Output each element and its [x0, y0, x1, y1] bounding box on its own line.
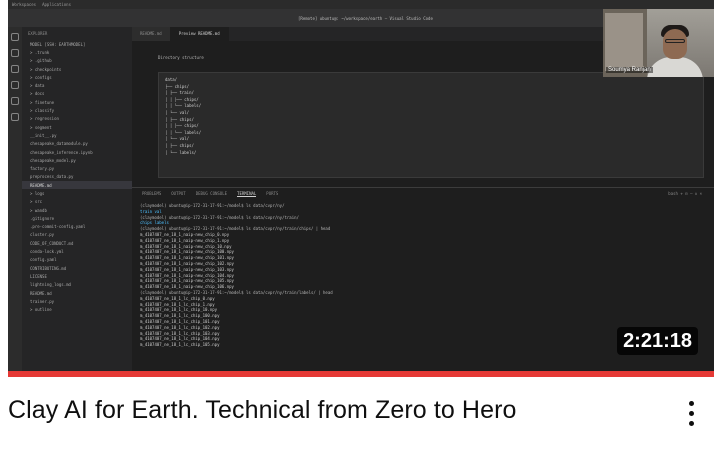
- explorer-item: > regression: [30, 116, 59, 122]
- panel-tab: OUTPUT: [171, 191, 186, 196]
- editor-tab-active: Preview README.md: [170, 27, 229, 41]
- explorer-item: MODEL [SSH: EARTHMODEL]: [30, 41, 86, 47]
- activity-bar: [8, 27, 22, 377]
- extensions-icon: [11, 97, 19, 105]
- explorer-item: .gitignore: [30, 215, 55, 221]
- code-line: ├── chips/: [165, 83, 190, 89]
- code-line: │ │ ├── chips/: [165, 123, 199, 129]
- panel-tab: TERMINAL: [237, 191, 257, 197]
- menubar-item: Applications: [42, 2, 71, 7]
- explorer-item: CONTRIBUTING.md: [30, 265, 67, 271]
- explorer-item: __init__.py: [30, 132, 57, 138]
- webcam-shelf-inner: [605, 13, 643, 71]
- source-control-icon: [11, 65, 19, 73]
- explorer-item: preprocess_data.py: [30, 174, 74, 180]
- run-debug-icon: [11, 81, 19, 89]
- explorer-item: CODE_OF_CONDUCT.md: [30, 240, 74, 246]
- explorer-item: > segment: [30, 124, 52, 130]
- explorer-item: chesapeake_model.py: [30, 157, 76, 163]
- panel-tabs: PROBLEMS OUTPUT DEBUG CONSOLE TERMINAL PORTS: [132, 188, 714, 200]
- explorer-item: cluster.py: [30, 232, 55, 238]
- panel-tab: PROBLEMS: [142, 191, 162, 196]
- explorer-item: > checkpoints: [30, 66, 62, 72]
- explorer-item: > wandb: [30, 207, 47, 213]
- panel-tab: PORTS: [266, 191, 279, 196]
- explorer-item: > data: [30, 83, 45, 89]
- ellipsis-dot: [688, 410, 694, 416]
- explorer-item: > classify: [30, 108, 55, 114]
- explorer-item: trainer.py: [30, 298, 55, 304]
- explorer-item: > outline: [30, 307, 52, 313]
- editor-tab: README.md: [132, 27, 171, 41]
- explorer-header: EXPLORER: [28, 31, 48, 36]
- webcam-overlay: Soumya Ranjan: [603, 9, 714, 77]
- code-line: │ └── labels/: [165, 149, 197, 155]
- explorer-item: chesapeake_datamodule.py: [30, 141, 88, 147]
- panel-controls: bash + ⊟ ⋯ ∧ ×: [668, 191, 702, 196]
- search-icon: [11, 49, 19, 57]
- code-line: │ │ ├── chips/: [165, 96, 199, 102]
- menubar-item: Workspaces: [12, 2, 37, 7]
- os-menubar: Workspaces Applications: [8, 0, 714, 9]
- explorer-item: conda-lock.yml: [30, 249, 64, 255]
- explorer-item: > docs: [30, 91, 45, 97]
- explorer-item: lightning_logs.md: [30, 282, 71, 288]
- remote-explorer-icon: [11, 113, 19, 121]
- code-line: data/: [165, 77, 178, 82]
- explorer-item: > src: [30, 199, 43, 205]
- explorer-item: config.yaml: [30, 257, 57, 263]
- ellipsis-dot: [688, 420, 694, 426]
- video-thumbnail[interactable]: Workspaces Applications [Remote] ubuntu@…: [8, 0, 714, 377]
- panel-tab: DEBUG CONSOLE: [195, 191, 228, 196]
- window-title: [Remote] ubuntu@: ~/workspace/earth — Vi…: [298, 16, 433, 21]
- explorer-item: > .trunk: [30, 49, 50, 55]
- explorer-sidebar: EXPLORER MODEL [SSH: EARTHMODEL] > .trunk…: [22, 27, 132, 377]
- explorer-item: > configs: [30, 74, 52, 80]
- code-line: │ └── val/: [165, 136, 190, 142]
- vertical-ellipsis-icon[interactable]: [680, 396, 702, 430]
- watch-progress-bar: [8, 371, 714, 377]
- webcam-name-label: Soumya Ranjan: [606, 67, 653, 73]
- code-line: │ ├── chips/: [165, 116, 194, 122]
- code-line: │ │ └── labels/: [165, 103, 202, 109]
- explorer-item: LICENSE: [30, 273, 47, 279]
- code-line: │ └── val/: [165, 109, 190, 115]
- presenter-head: [663, 29, 687, 59]
- explorer-tree: MODEL [SSH: EARTHMODEL] > .trunk > .github…: [22, 40, 132, 314]
- video-title[interactable]: Clay AI for Earth. Technical from Zero t…: [8, 396, 517, 425]
- explorer-item: README.md: [22, 181, 132, 190]
- video-card[interactable]: Workspaces Applications [Remote] ubuntu@…: [0, 0, 714, 450]
- ellipsis-dot: [688, 400, 694, 406]
- code-line: │ │ └── labels/: [165, 129, 202, 135]
- explorer-item: .pre-commit-config.yaml: [30, 224, 86, 230]
- preview-heading: Directory structure: [158, 55, 204, 60]
- code-line: │ ├── chips/: [165, 142, 194, 148]
- explorer-item: factory.py: [30, 166, 55, 172]
- duration-badge: 2:21:18: [617, 327, 698, 355]
- explorer-item: > logs: [30, 190, 45, 196]
- code-block: data/├── chips/│ ├── train/│ │ ├── chips…: [158, 72, 704, 178]
- explorer-item: > .github: [30, 58, 52, 64]
- files-icon: [11, 33, 19, 41]
- explorer-item: > finetune: [30, 99, 55, 105]
- presenter-glasses: [665, 39, 685, 43]
- explorer-item: README.md: [30, 290, 52, 296]
- code-line: │ ├── train/: [165, 90, 194, 96]
- explorer-item: chesapeake_inference.ipynb: [30, 149, 93, 155]
